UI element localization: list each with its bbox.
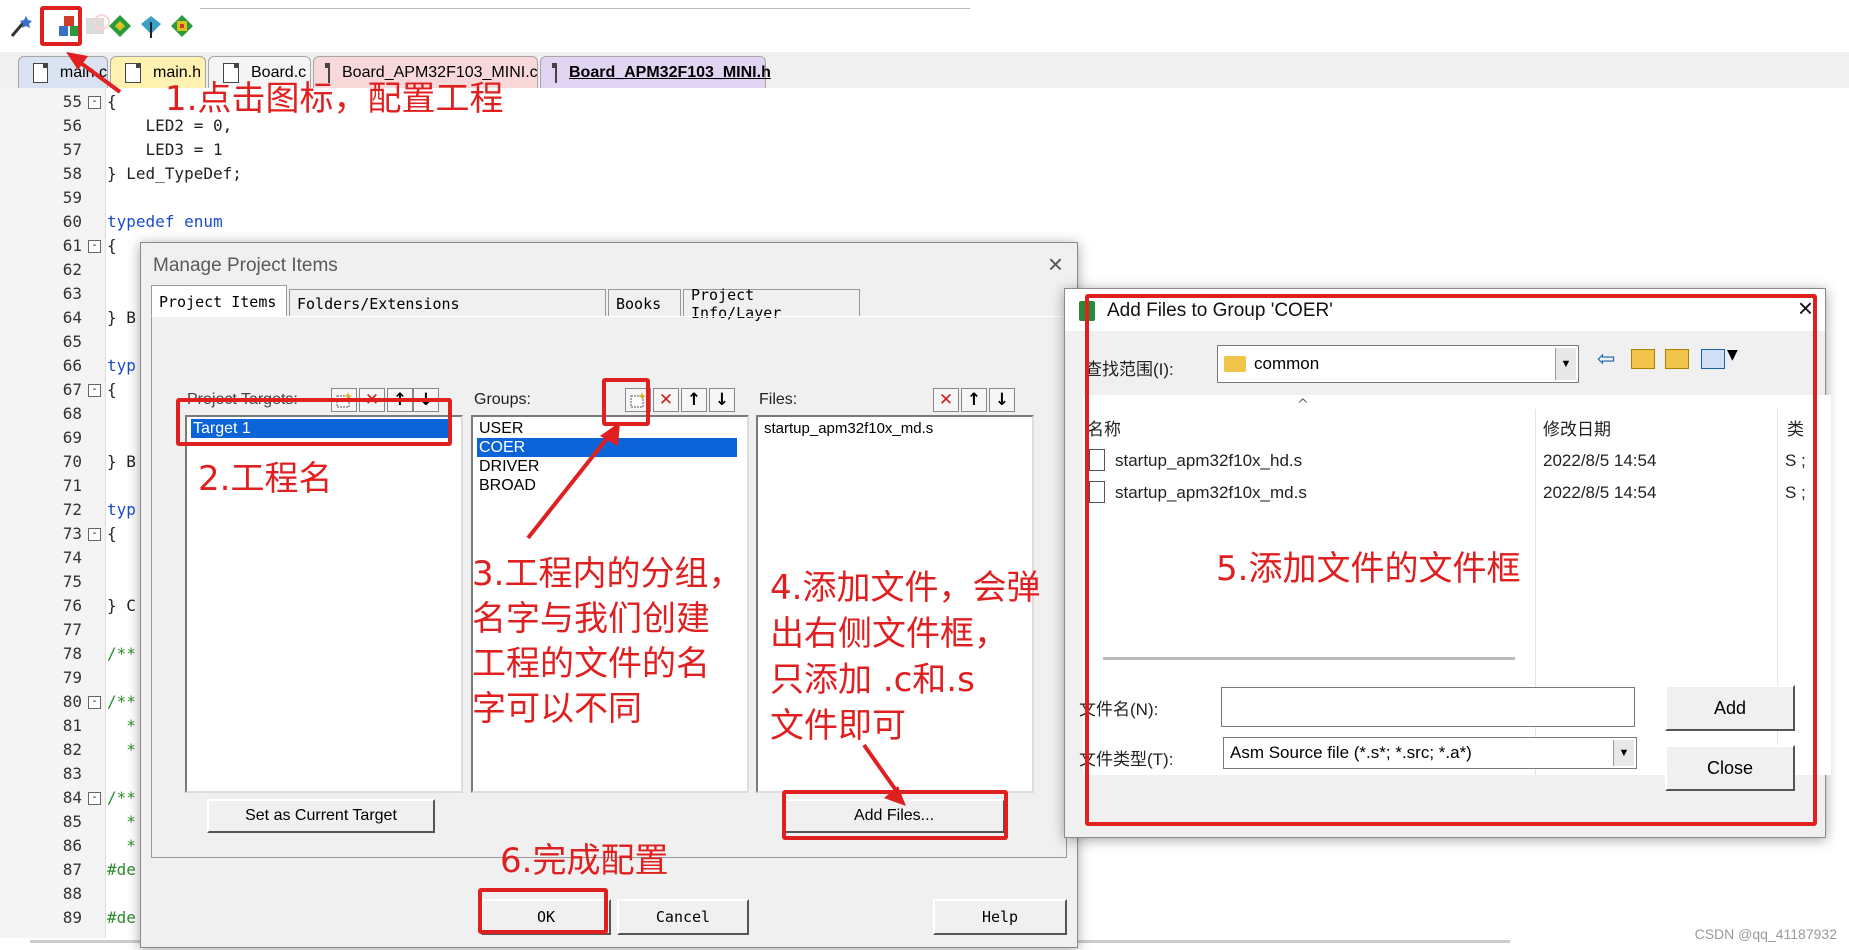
annotation-step-3: 3.工程内的分组， 名字与我们创建 工程的文件的名 字可以不同 — [472, 554, 743, 729]
annotation-step-5: 5.添加文件的文件框 — [1216, 549, 1521, 589]
watermark: CSDN @qq_41187932 — [1694, 926, 1837, 942]
annotation-step-4: 4.添加文件，会弹 出右侧文件框， 只添加 .c和.s 文件即可 — [770, 568, 1041, 746]
annotation-step-1: 1.点击图标，配置工程 — [165, 79, 504, 119]
annotation-step-6: 6.完成配置 — [500, 841, 669, 881]
annotation-step-2: 2.工程名 — [198, 459, 333, 499]
